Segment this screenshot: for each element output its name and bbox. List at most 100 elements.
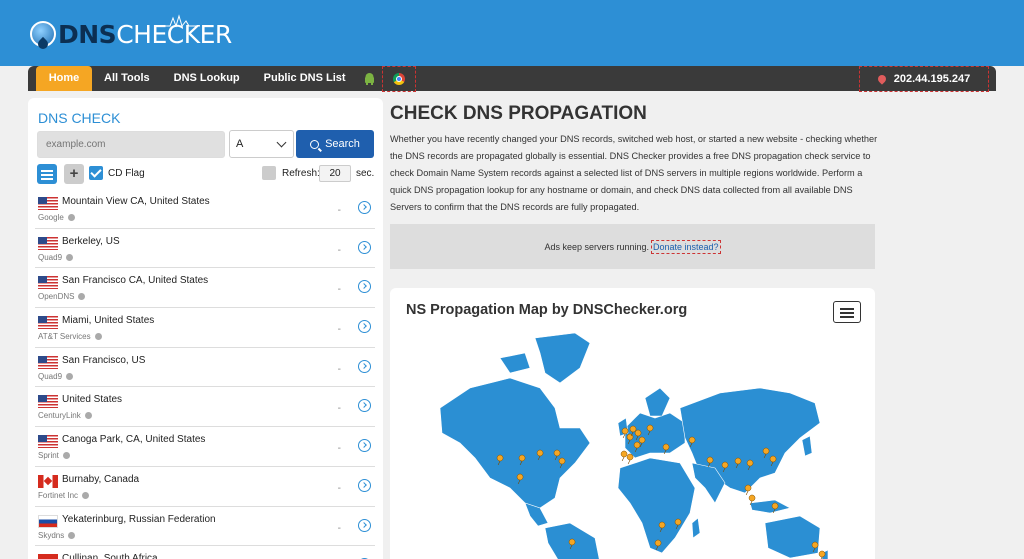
server-result: - [337, 205, 341, 216]
provider-name: Google [38, 213, 64, 222]
expand-result-icon[interactable] [358, 518, 371, 532]
flag-us-icon [38, 435, 58, 449]
chevron-down-icon [276, 137, 287, 148]
server-row: Canoga Park, CA, United States Sprint - [35, 427, 375, 467]
search-button[interactable]: Search [296, 130, 374, 158]
refresh-interval-input[interactable]: 20 [319, 165, 351, 182]
server-provider: Skydns [38, 531, 76, 540]
server-provider: Quad9 [38, 371, 74, 381]
chrome-extension-link[interactable] [381, 65, 416, 92]
your-ip-display[interactable]: 202.44.195.247 [859, 66, 989, 92]
server-result: - [337, 284, 341, 296]
server-provider: CenturyLink [38, 411, 92, 420]
logo-dns-text: DNS [58, 19, 117, 49]
info-icon[interactable] [67, 214, 75, 221]
server-location: San Francisco CA, United States [62, 275, 209, 287]
server-provider: Sprint [38, 451, 70, 460]
expand-result-icon[interactable] [358, 399, 371, 413]
expand-result-icon[interactable] [358, 359, 371, 373]
server-row: San Francisco, US Quad9 - [35, 348, 375, 388]
server-provider: Quad9 [38, 252, 74, 262]
info-icon[interactable] [84, 412, 92, 420]
server-row: Berkeley, US Quad9 - [35, 229, 375, 269]
page-title: CHECK DNS PROPAGATION [390, 103, 647, 124]
nav-public-dns-list[interactable]: Public DNS List [252, 66, 358, 91]
server-location: Canoga Park, CA, United States [62, 434, 206, 446]
info-icon[interactable] [66, 372, 74, 380]
server-result: - [337, 324, 341, 336]
flag-us-icon [38, 316, 58, 330]
chrome-icon [392, 72, 405, 85]
flag-ru-icon [38, 514, 58, 528]
flag-us-icon [38, 395, 58, 409]
provider-name: Quad9 [38, 252, 63, 262]
provider-name: AT&T Services [38, 332, 91, 342]
flag-za-icon [38, 554, 58, 559]
domain-input[interactable] [37, 131, 225, 158]
add-server-button[interactable]: + [64, 164, 84, 184]
server-location: Berkeley, US [62, 235, 120, 247]
nav-dns-lookup[interactable]: DNS Lookup [162, 66, 252, 91]
pulse-icon [160, 14, 200, 28]
info-icon[interactable] [78, 293, 86, 301]
world-map [439, 332, 829, 559]
flag-us-icon [38, 236, 58, 250]
server-location: United States [62, 394, 123, 406]
provider-name: OpenDNS [38, 292, 75, 302]
info-icon[interactable] [66, 253, 74, 261]
info-icon[interactable] [94, 333, 102, 341]
ad-banner: Ads keep servers running. Donate instead… [390, 224, 875, 269]
search-icon [310, 139, 320, 149]
server-row: Miami, United States AT&T Services - [35, 308, 375, 348]
server-provider: Google [38, 213, 75, 222]
provider-name: Fortinet Inc [38, 490, 79, 500]
cd-flag-checkbox[interactable] [89, 166, 103, 180]
flag-us-icon [38, 355, 58, 369]
expand-result-icon[interactable] [358, 478, 371, 492]
donate-link[interactable]: Donate instead? [651, 239, 721, 254]
expand-result-icon[interactable] [358, 201, 371, 214]
server-location: Yekaterinburg, Russian Federation [62, 513, 216, 525]
location-pin-icon [876, 73, 888, 85]
auto-refresh-checkbox[interactable] [262, 166, 276, 180]
main-nav: Home All Tools DNS Lookup Public DNS Lis… [28, 65, 996, 92]
provider-name: Sprint [38, 451, 59, 461]
server-row: Yekaterinburg, Russian Federation Skydns - [35, 507, 375, 547]
server-result: - [337, 443, 341, 455]
expand-result-icon[interactable] [358, 320, 371, 334]
server-location: Miami, United States [62, 315, 155, 327]
expand-result-icon[interactable] [358, 240, 371, 254]
server-row: Burnaby, Canada Fortinet Inc - [35, 467, 375, 507]
provider-name: Quad9 [38, 371, 63, 381]
server-result: - [337, 403, 341, 415]
server-list: Mountain View CA, United States Google - Be… [35, 189, 375, 559]
info-icon[interactable] [68, 531, 76, 539]
ad-text: Ads keep servers running. [544, 241, 649, 252]
info-icon[interactable] [82, 491, 90, 499]
nav-home[interactable]: Home [36, 66, 92, 91]
top-banner: DNS CHECKER [0, 0, 1024, 66]
server-result: - [337, 482, 341, 494]
server-location: Cullinan, South Africa [62, 553, 158, 559]
nav-all-tools[interactable]: All Tools [92, 66, 162, 91]
map-menu-button[interactable] [833, 301, 861, 323]
expand-result-icon[interactable] [358, 439, 371, 453]
ip-address: 202.44.195.247 [893, 73, 971, 85]
cd-flag-label: CD Flag [108, 168, 145, 179]
expand-result-icon[interactable] [358, 280, 371, 294]
globe-icon [30, 21, 56, 52]
record-type-select[interactable]: A [229, 130, 294, 158]
android-icon[interactable] [358, 66, 382, 91]
map-title: NS Propagation Map by DNSChecker.org [406, 302, 688, 318]
page-description: Whether you have recently changed your D… [390, 134, 878, 212]
server-result: - [337, 522, 341, 534]
server-row: United States CenturyLink - [35, 387, 375, 428]
record-type-value: A [236, 138, 244, 150]
info-icon[interactable] [62, 452, 70, 460]
server-provider: OpenDNS [38, 292, 86, 302]
server-location: San Francisco, US [62, 354, 146, 366]
filter-settings-button[interactable] [37, 164, 57, 184]
logo[interactable]: DNS CHECKER [30, 12, 232, 56]
server-row: Mountain View CA, United States Google - [35, 189, 375, 229]
provider-name: CenturyLink [38, 411, 81, 421]
